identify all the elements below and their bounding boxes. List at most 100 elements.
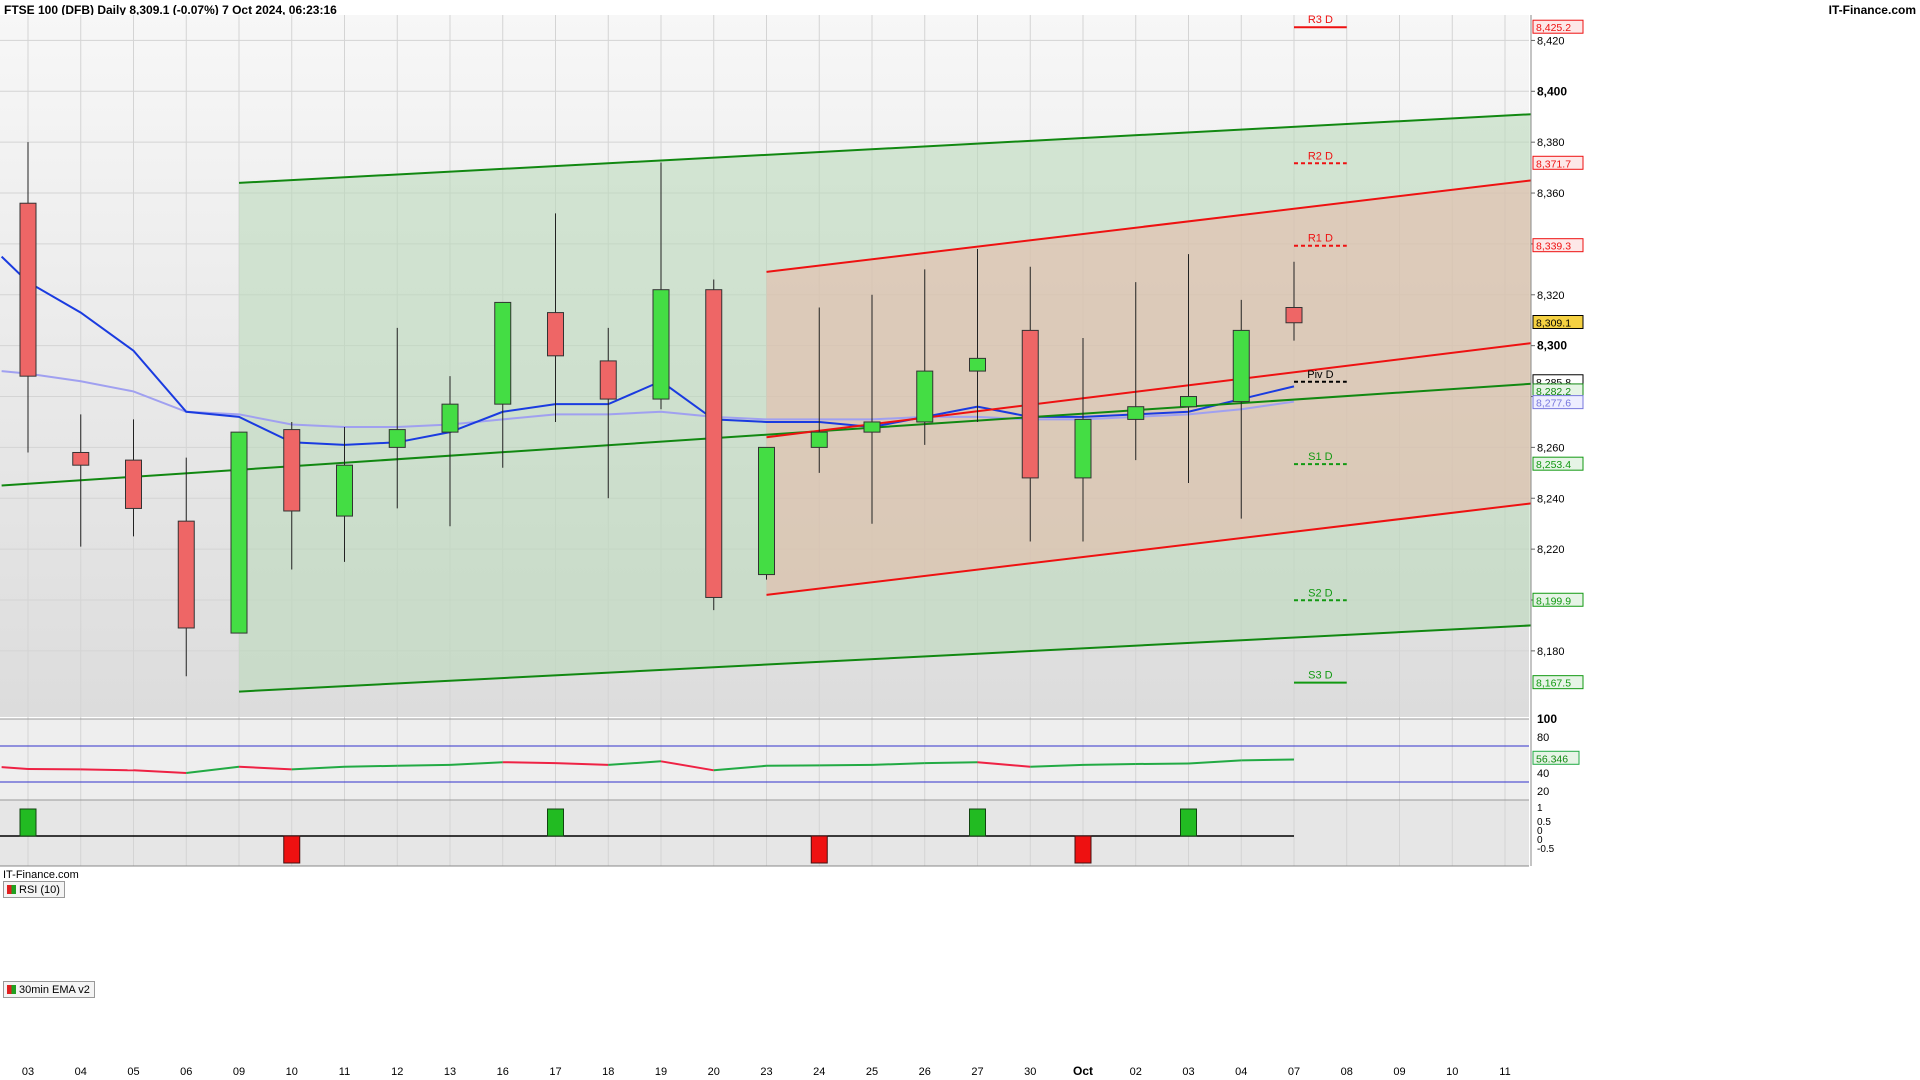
bearish-candle <box>1021 329 1039 479</box>
y-tick-label: 8,400 <box>1537 84 1567 98</box>
x-tick-label: 11 <box>1499 1066 1510 1078</box>
axis-value-label: 8,167.5 <box>1536 678 1571 690</box>
x-tick-label: 23 <box>760 1066 772 1078</box>
rsi-swatch-icon <box>7 885 16 894</box>
y-tick-label: 8,420 <box>1537 35 1565 47</box>
bearish-candle <box>177 520 195 629</box>
rsi-panel-label[interactable]: RSI (10) <box>3 881 65 898</box>
bearish-candle <box>125 459 142 509</box>
axis-value-label: 8,339.3 <box>1536 241 1571 253</box>
x-tick-label: 02 <box>1130 1066 1142 1078</box>
bullish-candle <box>336 464 353 517</box>
bullish-candle <box>863 421 881 433</box>
ema-panel-label-text: 30min EMA v2 <box>19 983 90 996</box>
rsi-value-label: 56.346 <box>1536 753 1568 765</box>
x-tick-label: 27 <box>971 1066 983 1078</box>
axis-value-label: 8,309.1 <box>1536 318 1571 330</box>
x-tick-label: 04 <box>1235 1066 1247 1078</box>
bullish-candle <box>230 431 248 634</box>
rsi-panel-label-text: RSI (10) <box>19 883 60 896</box>
signal-bar-negative <box>1074 835 1092 864</box>
bearish-candle <box>19 202 37 377</box>
x-tick-label: 04 <box>75 1066 87 1078</box>
rsi-tick-label: 100 <box>1537 712 1557 726</box>
y-tick-label: 8,320 <box>1537 290 1565 302</box>
pivot-label: S2 D <box>1308 587 1333 599</box>
signal-bar-positive <box>19 808 37 837</box>
rsi-line-segment <box>397 763 451 767</box>
bullish-candle <box>441 403 459 433</box>
rsi-plot-background <box>0 719 1529 800</box>
pivot-label: R3 D <box>1308 14 1333 26</box>
x-tick-label: 25 <box>866 1066 878 1078</box>
y-tick-label: 8,360 <box>1537 188 1565 200</box>
x-tick-label: 26 <box>919 1066 931 1078</box>
x-tick-label: 07 <box>1288 1066 1300 1078</box>
bullish-candle <box>1074 418 1092 479</box>
x-tick-label: 03 <box>1182 1066 1194 1078</box>
bullish-candle <box>652 289 670 400</box>
rsi-line-segment <box>502 761 556 765</box>
bullish-candle <box>810 431 828 448</box>
y-axis-background <box>1531 15 1920 866</box>
x-tick-label: 18 <box>602 1066 614 1078</box>
bearish-candle <box>72 451 90 466</box>
bullish-candle <box>1180 396 1197 408</box>
axis-value-label: 8,199.9 <box>1536 595 1571 607</box>
ema-signal-swatch-icon <box>7 985 16 994</box>
rsi-line-segment <box>1082 763 1136 766</box>
x-tick-label: 11 <box>339 1066 350 1078</box>
rsi-tick-label: 20 <box>1537 786 1549 798</box>
signal-bar-negative <box>283 835 301 864</box>
bearish-candle <box>283 429 301 512</box>
bullish-candle <box>758 446 775 576</box>
signal-bar-positive <box>1180 808 1197 837</box>
x-tick-label: 03 <box>22 1066 34 1078</box>
x-tick-label: 13 <box>444 1066 456 1078</box>
x-axis-background <box>0 866 1920 1080</box>
y-tick-label: 8,220 <box>1537 544 1565 556</box>
rsi-line-segment <box>344 764 398 768</box>
x-tick-label: 12 <box>391 1066 403 1078</box>
rsi-tick-label: 40 <box>1537 768 1549 780</box>
y-tick-label: 8,300 <box>1537 339 1567 353</box>
ema-panel-label[interactable]: 30min EMA v2 <box>3 981 95 998</box>
signal-bar-positive <box>969 808 986 837</box>
x-tick-label: 20 <box>708 1066 720 1078</box>
signal-bar-positive <box>547 808 564 837</box>
rsi-line-segment <box>80 768 134 772</box>
signal-plot-background <box>0 800 1529 866</box>
pivot-label: R1 D <box>1308 233 1333 245</box>
x-tick-label: 06 <box>180 1066 192 1078</box>
x-tick-label: 05 <box>127 1066 139 1078</box>
bearish-candle <box>705 289 723 598</box>
axis-value-label: 8,277.6 <box>1536 398 1571 410</box>
chart-canvas: R3 DR2 DR1 DPiv DS1 DS2 DS3 D8,1808,2008… <box>0 14 1920 1080</box>
y-tick-label: 8,380 <box>1537 137 1565 149</box>
bullish-candle <box>916 370 934 423</box>
x-tick-label: 24 <box>813 1066 825 1078</box>
x-tick-label: 16 <box>497 1066 509 1078</box>
x-tick-label: 10 <box>1446 1066 1458 1078</box>
watermark-label: IT-Finance.com <box>3 869 79 881</box>
axis-value-label: 8,371.7 <box>1536 158 1571 170</box>
bearish-candle <box>547 312 564 357</box>
bearish-candle <box>1285 307 1303 324</box>
x-tick-label: 10 <box>286 1066 298 1078</box>
pivot-label: Piv D <box>1307 369 1333 381</box>
signal-tick-label: -0.5 <box>1537 844 1555 855</box>
pivot-label: R2 D <box>1308 150 1333 162</box>
bullish-candle <box>1127 406 1145 420</box>
x-tick-label: 17 <box>549 1066 561 1078</box>
y-tick-label: 8,260 <box>1537 442 1565 454</box>
x-tick-label: Oct <box>1073 1064 1093 1078</box>
x-tick-label: 09 <box>1393 1066 1405 1078</box>
signal-bar-negative <box>810 835 828 864</box>
axis-value-label: 8,253.4 <box>1536 459 1571 471</box>
y-tick-label: 8,180 <box>1537 646 1565 658</box>
pivot-label: S1 D <box>1308 451 1333 463</box>
pivot-label: S3 D <box>1308 670 1333 682</box>
rsi-tick-label: 80 <box>1537 732 1549 744</box>
rsi-line-segment <box>1241 758 1295 762</box>
bearish-candle <box>599 360 617 400</box>
